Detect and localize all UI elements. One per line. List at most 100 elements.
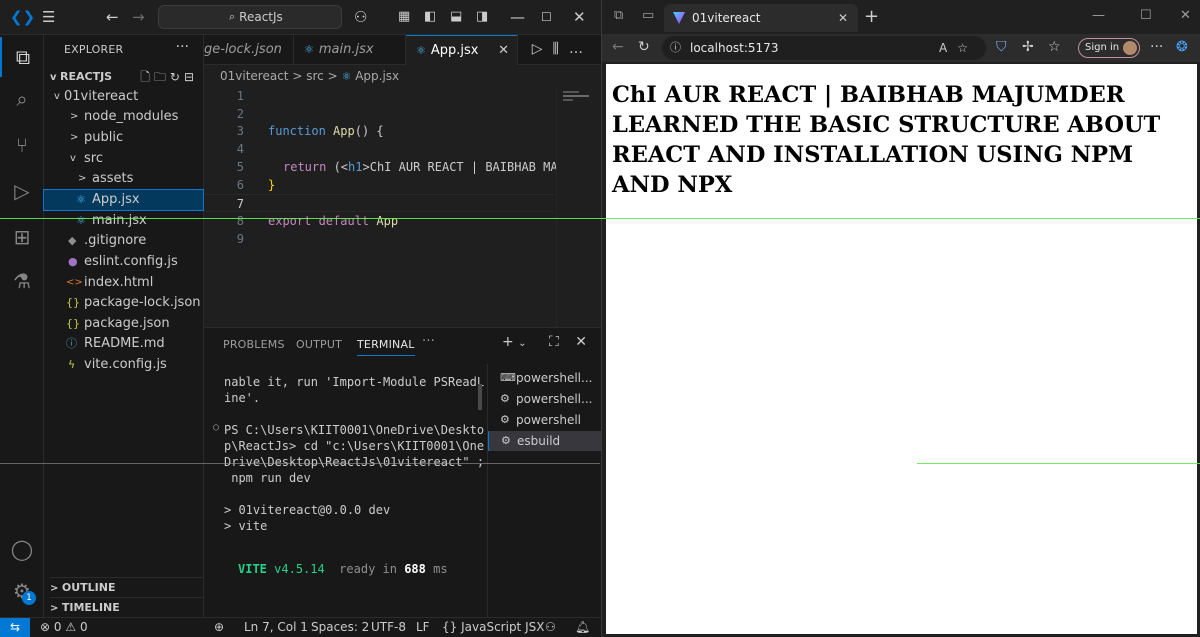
copilot-status-icon[interactable]: ⚇ — [545, 618, 556, 637]
sign-in-button[interactable]: Sign in — [1078, 38, 1140, 58]
close-panel-icon[interactable]: ✕ — [575, 334, 587, 350]
cursor-position[interactable]: Ln 7, Col 1 — [244, 618, 308, 637]
zoom-icon[interactable]: ⊕ — [214, 618, 224, 637]
terminal-command-decoration[interactable]: ○ — [213, 422, 219, 433]
new-file-icon[interactable]: 🗋 — [140, 70, 154, 84]
tab-problems[interactable]: PROBLEMS — [223, 338, 285, 351]
explorer-more-icon[interactable]: ··· — [176, 39, 189, 55]
tree-file-readme[interactable]: ⓘ README.md — [44, 334, 203, 354]
remote-indicator-icon[interactable]: ⇆ — [0, 618, 30, 637]
close-window-icon[interactable]: ✕ — [573, 8, 586, 26]
close-tab-icon[interactable]: ✕ — [838, 4, 848, 32]
workspaces-icon[interactable]: ⧉ — [614, 8, 623, 23]
more-menu-icon[interactable]: ··· — [1150, 39, 1163, 55]
forward-arrow-icon[interactable]: → — [132, 8, 145, 26]
minimize-icon[interactable]: — — [510, 8, 525, 26]
maximize-icon[interactable]: ☐ — [1140, 8, 1152, 23]
copilot-icon[interactable]: ❂ — [1176, 39, 1188, 55]
menu-hamburger-icon[interactable]: ☰ — [42, 8, 55, 26]
problems-status[interactable]: ⊗ 0 ⚠ 0 — [40, 618, 88, 637]
explorer-icon[interactable]: ⧉ — [0, 37, 44, 77]
extensions-icon[interactable]: ⊞ — [0, 217, 44, 257]
tab-package-lock[interactable]: ge-lock.json — [204, 35, 294, 65]
tree-file-vite-config[interactable]: ϟ vite.config.js — [44, 355, 203, 375]
split-editor-icon[interactable]: ⫼ — [553, 41, 569, 57]
read-aloud-icon[interactable]: A — [939, 41, 957, 55]
manage-gear-icon[interactable]: ⚙ 1 — [0, 571, 44, 611]
code-line: 6} — [204, 176, 554, 194]
ready-unit: ms — [433, 562, 448, 576]
run-icon[interactable]: ▷ — [532, 41, 553, 57]
tree-folder-node-modules[interactable]: > node_modules — [44, 107, 203, 127]
collapse-all-icon[interactable]: ⊟ — [184, 70, 198, 84]
language-mode[interactable]: {} JavaScript JSX — [442, 618, 544, 637]
address-bar[interactable]: ⓘ localhost:5173 A☆ — [662, 36, 986, 60]
account-icon[interactable]: ◯ — [0, 529, 44, 569]
testing-icon[interactable]: ⚗ — [0, 261, 44, 301]
terminal-list-item[interactable]: ⚙ esbuild — [488, 431, 602, 451]
tree-folder-01vitereact[interactable]: v 01vitereact — [44, 87, 203, 107]
refresh-icon[interactable]: ↻ — [170, 70, 184, 84]
breadcrumb-item[interactable]: App.jsx — [355, 69, 399, 83]
tab-app-jsx[interactable]: ⚛ App.jsx ✕ — [406, 35, 518, 65]
layout-icon[interactable]: ▦ — [398, 8, 410, 26]
new-folder-icon[interactable]: 🗀 — [154, 70, 170, 84]
terminal-list-item[interactable]: ⚙ powershell — [488, 410, 602, 430]
tree-folder-assets[interactable]: > assets — [44, 169, 203, 189]
tree-file-gitignore[interactable]: ◆ .gitignore — [44, 231, 203, 251]
run-debug-icon[interactable]: ▷ — [0, 171, 44, 211]
terminal-scrollbar[interactable] — [478, 384, 482, 410]
tree-file-package-lock[interactable]: {} package-lock.json — [44, 293, 203, 313]
end-of-line[interactable]: LF — [416, 618, 430, 637]
tree-folder-src[interactable]: v src — [44, 149, 203, 169]
notifications-bell-icon[interactable]: 🔔︎ — [575, 618, 590, 637]
toggle-sidebar-icon[interactable]: ◧ — [424, 8, 436, 26]
shield-icon[interactable]: ⛉ — [996, 39, 1007, 55]
more-actions-icon[interactable]: … — [569, 41, 593, 57]
back-arrow-icon[interactable]: ← — [612, 39, 624, 55]
toggle-secondary-sidebar-icon[interactable]: ◨ — [476, 8, 488, 26]
close-tab-icon[interactable]: ✕ — [498, 36, 509, 65]
back-arrow-icon[interactable]: ← — [106, 8, 119, 26]
terminal-output[interactable]: nable it, run 'Import-Module PSReadL ine… — [204, 364, 484, 618]
tree-file-index-html[interactable]: <> index.html — [44, 273, 203, 293]
tree-folder-public[interactable]: > public — [44, 128, 203, 148]
tab-output[interactable]: OUTPUT — [296, 338, 342, 351]
minimize-icon[interactable]: — — [1092, 8, 1105, 23]
tab-terminal[interactable]: TERMINAL — [357, 338, 415, 356]
refresh-icon[interactable]: ↻ — [638, 39, 650, 55]
panel-more-icon[interactable]: ··· — [422, 334, 435, 349]
workspace-root[interactable]: v REACTJS 🗋🗀↻⊟ — [50, 67, 204, 87]
command-center-search[interactable]: ⌕ ReactJs — [158, 5, 342, 29]
tree-file-app-jsx[interactable]: ⚛ App.jsx — [43, 189, 204, 211]
maximize-icon[interactable]: ☐ — [541, 8, 552, 26]
copilot-icon[interactable]: ⚇ — [354, 8, 367, 26]
extensions-puzzle-icon[interactable]: ✢ — [1022, 39, 1034, 55]
source-control-icon[interactable]: ⑂ — [0, 125, 44, 165]
tree-file-main-jsx[interactable]: ⚛ main.jsx — [44, 211, 203, 231]
code-editor[interactable]: 1 2 3 function App() { 4 5 return (<h1>ChI… — [204, 87, 601, 327]
maximize-panel-icon[interactable]: ⛶ — [549, 334, 559, 350]
encoding[interactable]: UTF-8 — [371, 618, 406, 637]
tree-file-eslint-config[interactable]: ● eslint.config.js — [44, 252, 203, 272]
tree-file-package-json[interactable]: {} package.json — [44, 314, 203, 334]
favorites-icon[interactable]: ☆ — [1048, 39, 1061, 55]
new-terminal-icon[interactable]: + — [502, 334, 514, 350]
new-tab-icon[interactable]: + — [864, 6, 879, 27]
outline-section[interactable]: > OUTLINE — [50, 577, 204, 597]
toggle-panel-icon[interactable]: ⬓ — [450, 8, 462, 26]
chevron-down-icon[interactable]: ⌄ — [518, 338, 526, 349]
minimap[interactable] — [556, 87, 601, 327]
indentation[interactable]: Spaces: 2 — [311, 618, 369, 637]
favorite-star-icon[interactable]: ☆ — [957, 41, 978, 55]
terminal-list-item[interactable]: ⚙ powershell... — [488, 389, 602, 409]
tab-actions-icon[interactable]: ▭ — [642, 8, 654, 23]
browser-tab[interactable]: 01vitereact ✕ — [664, 4, 858, 32]
timeline-section[interactable]: > TIMELINE — [50, 597, 204, 617]
terminal-list-item[interactable]: ⌨ powershell... — [488, 368, 602, 388]
breadcrumb-item[interactable]: src — [306, 69, 324, 83]
search-icon[interactable]: ⌕ — [0, 79, 44, 119]
breadcrumb-item[interactable]: 01vitereact — [220, 69, 289, 83]
tab-main-jsx[interactable]: ⚛ main.jsx — [294, 35, 406, 65]
close-window-icon[interactable]: ✕ — [1180, 8, 1191, 23]
